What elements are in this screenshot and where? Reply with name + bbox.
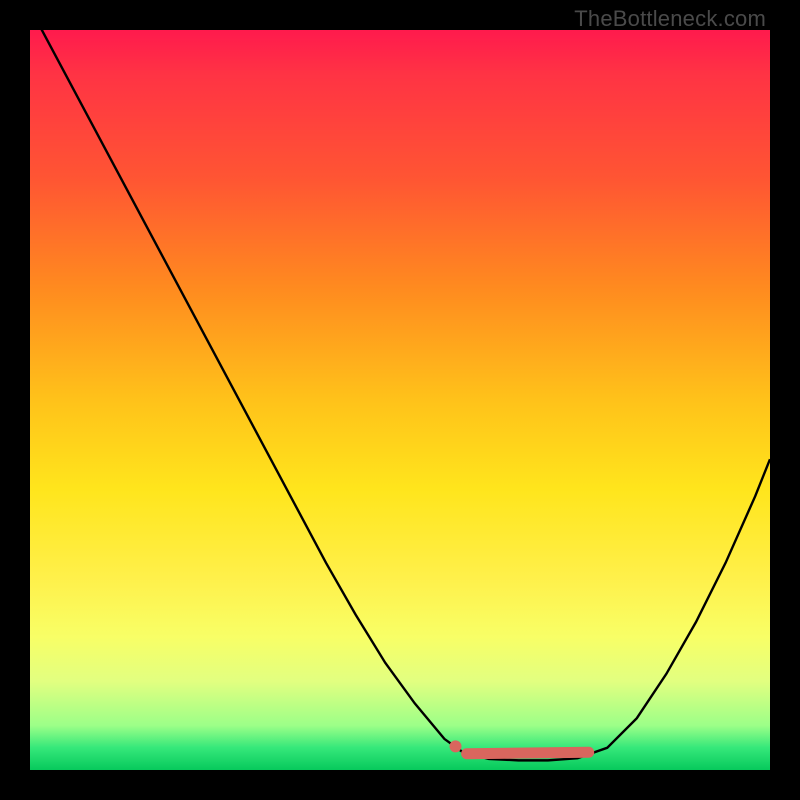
watermark-text: TheBottleneck.com: [574, 6, 766, 32]
optimal-range-segment: [467, 752, 589, 753]
chart-frame: TheBottleneck.com: [0, 0, 800, 800]
optimal-point-marker: [450, 740, 462, 752]
bottleneck-curve: [30, 30, 770, 760]
chart-svg: [30, 30, 770, 770]
plot-area: [30, 30, 770, 770]
